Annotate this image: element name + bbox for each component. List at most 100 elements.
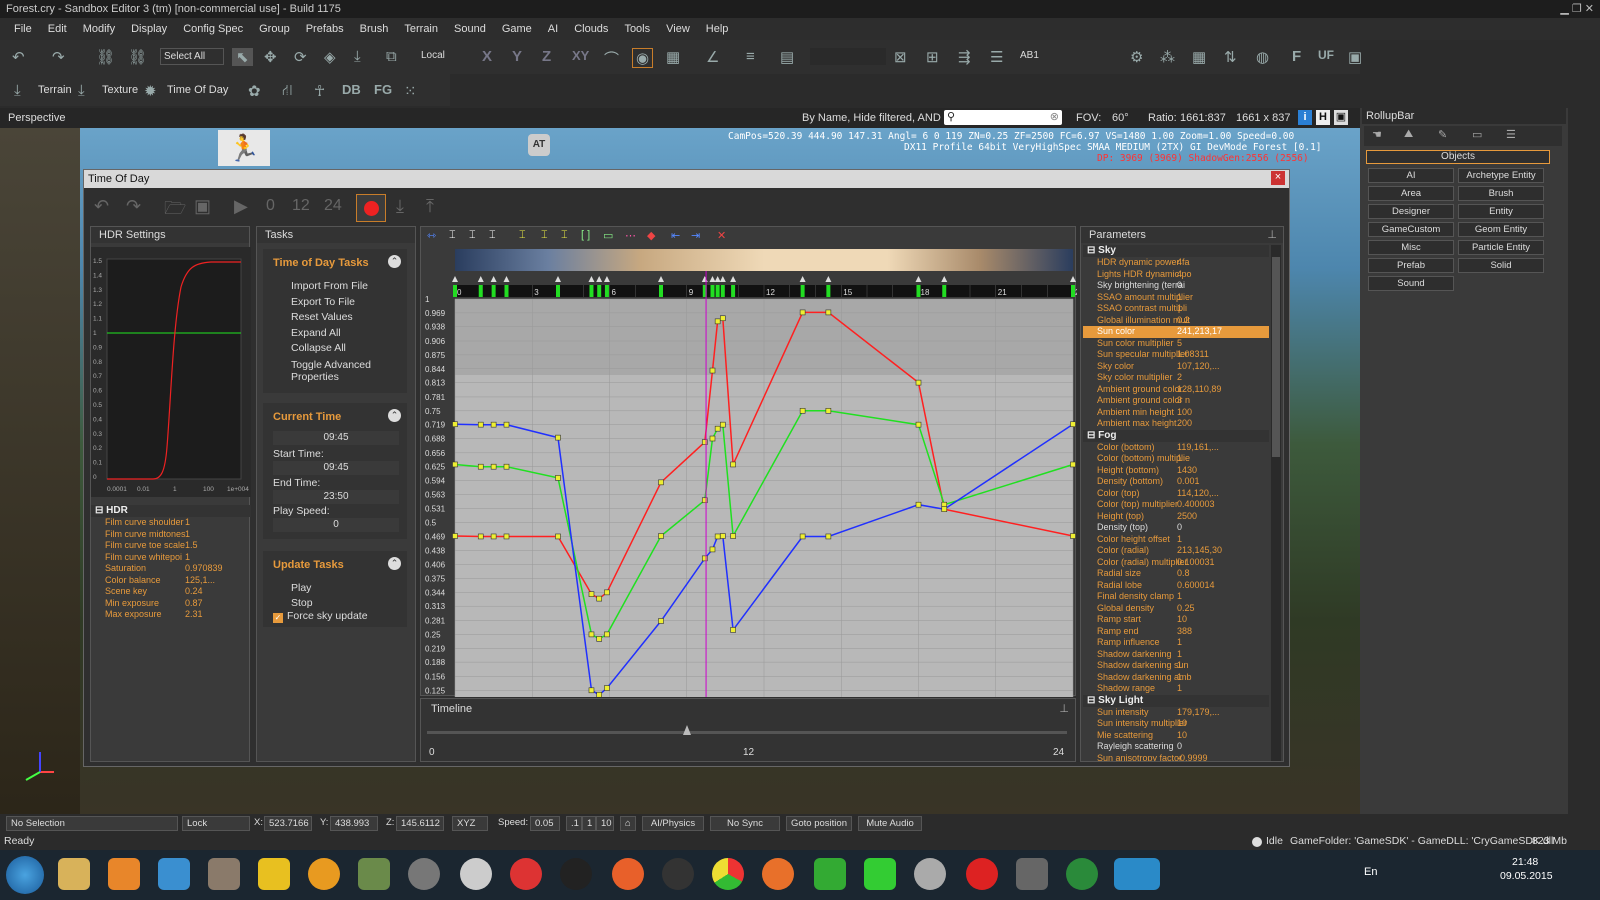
terrain-follow-icon[interactable]: ⌒	[604, 48, 619, 69]
resolution-value[interactable]: 1661 x 837	[1236, 108, 1290, 128]
language-indicator[interactable]: En	[1364, 866, 1377, 878]
curve-key-point[interactable]	[588, 687, 595, 694]
start-button[interactable]	[6, 856, 44, 894]
param-row[interactable]: Height (bottom) 1430	[1083, 465, 1269, 477]
objects-header[interactable]: Objects	[1366, 150, 1550, 164]
menu-sound[interactable]: Sound	[446, 23, 494, 35]
param-row[interactable]: HDR dynamic power fa4	[1083, 257, 1269, 269]
clock-time[interactable]: 21:48	[1512, 856, 1538, 868]
param-row[interactable]: Color (radial) multiplier0.100031	[1083, 557, 1269, 569]
curve-key-point[interactable]	[555, 434, 561, 441]
particles-icon[interactable]: ⁂	[1160, 48, 1175, 66]
curve-key-point[interactable]	[730, 627, 736, 633]
start-time-field[interactable]: 09:45	[273, 461, 399, 475]
curve-key-point[interactable]	[719, 315, 726, 322]
cryengine-icon[interactable]	[1114, 858, 1160, 890]
snap-icon[interactable]: ⤓	[354, 48, 361, 65]
tangent-tool-icon[interactable]: ⌶	[519, 229, 526, 242]
curve-key-point[interactable]	[730, 533, 736, 539]
steam-icon[interactable]	[662, 858, 694, 890]
property-value[interactable]: 125,1...	[185, 575, 215, 587]
redo-icon[interactable]: ↷	[52, 48, 65, 66]
shield-app-icon[interactable]	[1066, 858, 1098, 890]
tool-icon[interactable]: ▣	[1348, 48, 1362, 66]
param-row[interactable]: Shadow darkening sun1	[1083, 660, 1269, 672]
camera-app-icon[interactable]	[914, 858, 946, 890]
param-value[interactable]: 200	[1177, 418, 1192, 430]
layers-tab-icon[interactable]: ☰	[1506, 128, 1516, 141]
explorer-icon[interactable]	[58, 858, 90, 890]
property-value[interactable]: 1	[185, 529, 190, 541]
property-value[interactable]: 1	[185, 517, 190, 529]
brush-tab-icon[interactable]: ✎	[1438, 128, 1447, 141]
rollup-button-ai[interactable]: AI	[1368, 168, 1454, 183]
search-input[interactable]: ⚲ ⊗	[944, 110, 1062, 125]
param-row[interactable]: Color (bottom) 119,161,...	[1083, 442, 1269, 454]
param-row[interactable]: Ramp end 388	[1083, 626, 1269, 638]
objects-tab-icon[interactable]: ☚	[1372, 128, 1382, 141]
frame-icon[interactable]: [ ]	[581, 229, 590, 241]
reset-values-link[interactable]: Reset Values	[291, 310, 401, 326]
curve-key-point[interactable]	[604, 631, 610, 638]
character-icon[interactable]: ☥	[314, 82, 325, 100]
param-row[interactable]: Radial size 0.8	[1083, 568, 1269, 580]
param-row[interactable]: Global density 0.25	[1083, 603, 1269, 615]
hdr-property-row[interactable]: Max exposure 2.31	[91, 609, 251, 621]
curve-key-point[interactable]	[730, 461, 736, 468]
maximize-icon[interactable]: ▣	[1334, 110, 1348, 125]
curve-key-point[interactable]	[490, 463, 497, 470]
hdr-property-row[interactable]: Saturation 0.970839	[91, 563, 251, 575]
curve-key-point[interactable]	[588, 631, 595, 638]
collapse-up-icon[interactable]: ⌃	[388, 255, 401, 268]
key-marker[interactable]	[1071, 285, 1075, 297]
fg-button[interactable]: FG	[374, 82, 392, 97]
next-key-icon[interactable]: ⇥	[691, 229, 700, 242]
windows-icon[interactable]	[158, 858, 190, 890]
param-section-header[interactable]: ⊟ Fog	[1083, 429, 1269, 442]
param-value[interactable]: 1	[1177, 534, 1182, 546]
param-value[interactable]: 0.400003	[1177, 499, 1215, 511]
speed-preset-1[interactable]: .1	[566, 816, 582, 831]
notepad-icon[interactable]	[358, 858, 390, 890]
key-marker[interactable]	[715, 285, 720, 297]
curve-key-point[interactable]	[709, 546, 716, 553]
undo-icon[interactable]: ↶	[12, 48, 25, 66]
z-coordinate-field[interactable]: 145.6112	[396, 816, 444, 831]
param-row[interactable]: SSAO contrast multipli1	[1083, 303, 1269, 315]
curve-key-point[interactable]	[477, 421, 484, 428]
property-value[interactable]: 1	[185, 552, 190, 564]
key-marker[interactable]	[453, 285, 457, 297]
curve-key-point[interactable]	[658, 479, 664, 486]
open-folder-icon[interactable]: 🗁	[164, 196, 186, 226]
ratio-value[interactable]: 1661:837	[1180, 108, 1226, 128]
timeline-track[interactable]	[427, 731, 1067, 734]
key-marker[interactable]	[589, 285, 594, 297]
collapse-up-icon[interactable]: ⌃	[388, 557, 401, 570]
menu-brush[interactable]: Brush	[352, 23, 397, 35]
globe-icon[interactable]: ◍	[1256, 48, 1269, 66]
key-marker[interactable]	[720, 285, 725, 297]
param-value[interactable]: 1	[1177, 660, 1182, 672]
rollup-button-sound[interactable]: Sound	[1368, 276, 1454, 291]
fov-value[interactable]: 60°	[1112, 108, 1129, 128]
param-value[interactable]: 0.600014	[1177, 580, 1215, 592]
timeline-slider-handle[interactable]	[683, 725, 691, 735]
terrain-collision-icon[interactable]: ⌂	[620, 816, 636, 831]
param-row[interactable]: Sun intensity multiplier10	[1083, 718, 1269, 730]
param-row[interactable]: Sun color 241,213,17	[1083, 326, 1269, 338]
param-value[interactable]: 1	[1177, 637, 1182, 649]
display-tab-icon[interactable]: ▭	[1472, 128, 1482, 141]
param-value[interactable]: 0.001	[1177, 476, 1200, 488]
param-value[interactable]: 107,120,...	[1177, 361, 1220, 373]
curve-key-point[interactable]	[555, 475, 561, 481]
curve-key-point[interactable]	[555, 533, 561, 540]
move-updown-icon[interactable]: ⇅	[1224, 48, 1237, 66]
curve-key-point[interactable]	[825, 533, 832, 540]
param-value[interactable]: 10	[1177, 730, 1187, 742]
curve-key-point[interactable]	[915, 421, 922, 428]
texture-button[interactable]: Texture	[102, 84, 138, 96]
param-row[interactable]: Ambient max height200	[1083, 418, 1269, 430]
terrain-tab-icon[interactable]: ⛰	[1404, 128, 1413, 141]
curve-key-point[interactable]	[714, 318, 721, 325]
end-time-field[interactable]: 23:50	[273, 490, 399, 504]
